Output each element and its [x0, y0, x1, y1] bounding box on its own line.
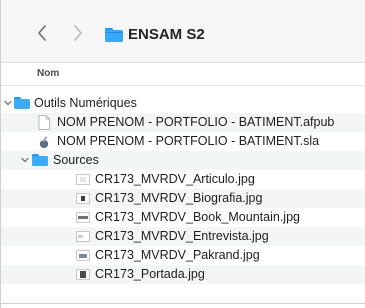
image-thumbnail-icon	[76, 269, 90, 280]
finder-window: ENSAM S2 Nom Outils Numériques NOM PRENO…	[0, 0, 365, 308]
folder-icon	[14, 97, 30, 109]
chevron-left-icon	[38, 25, 46, 41]
forward-button[interactable]	[67, 22, 89, 44]
list-item-biografia[interactable]: CR173_MVRDV_Biografia.jpg	[1, 189, 365, 208]
list-item-book-mountain[interactable]: CR173_MVRDV_Book_Mountain.jpg	[1, 208, 365, 227]
chevron-down-icon[interactable]	[21, 156, 29, 164]
image-thumbnail-icon	[76, 174, 90, 185]
item-label: CR173_MVRDV_Articulo.jpg	[95, 172, 255, 186]
list-item-portfolio-afpub[interactable]: NOM PRENOM - PORTFOLIO - BATIMENT.afpub	[1, 113, 365, 132]
column-header-row: Nom	[1, 63, 365, 86]
folder-icon	[32, 154, 48, 166]
list-item-articulo[interactable]: CR173_MVRDV_Articulo.jpg	[1, 170, 365, 189]
item-label: CR173_MVRDV_Entrevista.jpg	[95, 229, 269, 243]
item-label: CR173_MVRDV_Book_Mountain.jpg	[95, 210, 300, 224]
item-label: Outils Numériques	[34, 96, 137, 110]
list-item-sources[interactable]: Sources	[1, 151, 365, 170]
window-bottom-border	[0, 303, 365, 304]
chevron-down-icon[interactable]	[4, 99, 12, 107]
list-item-pakrand[interactable]: CR173_MVRDV_Pakrand.jpg	[1, 246, 365, 265]
folder-icon	[105, 28, 123, 42]
item-label: NOM PRENOM - PORTFOLIO - BATIMENT.sla	[57, 134, 320, 148]
item-label: CR173_Portada.jpg	[95, 267, 205, 281]
list-item-entrevista[interactable]: CR173_MVRDV_Entrevista.jpg	[1, 227, 365, 246]
list-item-portfolio-sla[interactable]: NOM PRENOM - PORTFOLIO - BATIMENT.sla	[1, 132, 365, 151]
document-icon	[38, 115, 50, 130]
item-label: Sources	[53, 153, 99, 167]
image-thumbnail-icon	[76, 231, 90, 242]
image-thumbnail-icon	[76, 250, 90, 261]
item-label: CR173_MVRDV_Biografia.jpg	[95, 191, 263, 205]
scribus-file-icon	[39, 136, 49, 148]
toolbar: ENSAM S2	[1, 0, 365, 63]
list-item-portada[interactable]: CR173_Portada.jpg	[1, 265, 365, 284]
item-label: CR173_MVRDV_Pakrand.jpg	[95, 248, 260, 262]
back-button[interactable]	[31, 22, 53, 44]
image-thumbnail-icon	[76, 193, 90, 204]
item-label: NOM PRENOM - PORTFOLIO - BATIMENT.afpub	[57, 115, 335, 129]
chevron-right-icon	[74, 25, 82, 41]
window-title: ENSAM S2	[128, 26, 205, 43]
image-thumbnail-icon	[76, 212, 90, 223]
list-item-outils-numeriques[interactable]: Outils Numériques	[1, 94, 365, 113]
name-column-header[interactable]: Nom	[37, 68, 59, 79]
